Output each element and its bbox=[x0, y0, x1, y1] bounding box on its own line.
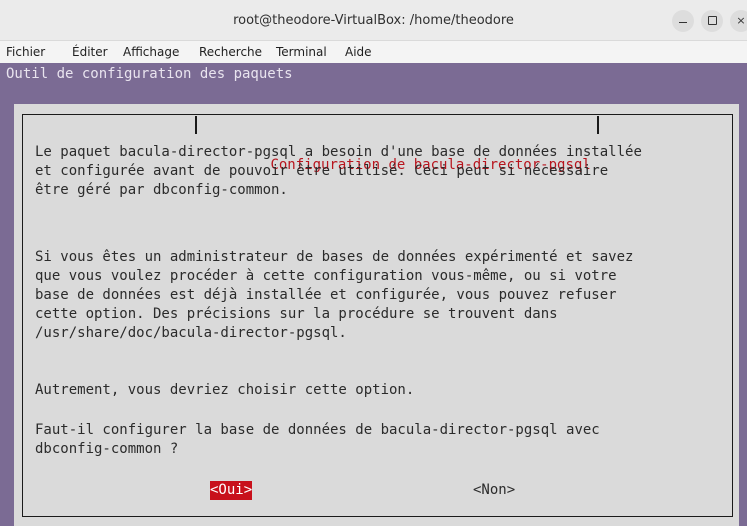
menu-affichage[interactable]: Affichage bbox=[123, 41, 179, 63]
dialog-title-wrap: Configuration de bacula-director-pgsql bbox=[195, 115, 599, 173]
minimize-button[interactable] bbox=[672, 10, 694, 32]
dialog-paragraph-2: Si vous êtes un administrateur de bases … bbox=[35, 249, 634, 341]
dialog-paragraph-3: Autrement, vous devriez choisir cette op… bbox=[35, 382, 415, 398]
dialog-question: Faut-il configurer la base de données de… bbox=[35, 422, 600, 457]
menu-fichier[interactable]: Fichier bbox=[6, 41, 45, 63]
close-icon: × bbox=[736, 14, 746, 27]
menu-recherche[interactable]: Recherche bbox=[199, 41, 262, 63]
dialog-box: Configuration de bacula-director-pgsql L… bbox=[14, 104, 739, 526]
menu-aide[interactable]: Aide bbox=[345, 41, 372, 63]
menu-bar: Fichier Éditer Affichage Recherche Termi… bbox=[0, 41, 747, 63]
title-bar-right bbox=[596, 116, 599, 134]
backtitle: Outil de configuration des paquets bbox=[6, 66, 293, 82]
no-button[interactable]: <Non> bbox=[473, 481, 515, 500]
window-title: root@theodore-VirtualBox: /home/theodore bbox=[233, 13, 514, 28]
close-button[interactable]: × bbox=[730, 10, 747, 32]
dialog-paragraph-1: Le paquet bacula-director-pgsql a besoin… bbox=[35, 144, 642, 198]
yes-button[interactable]: <Oui> bbox=[210, 481, 253, 500]
maximize-icon bbox=[707, 15, 717, 25]
title-bar-left bbox=[195, 116, 197, 134]
maximize-button[interactable] bbox=[701, 10, 723, 32]
terminal-screen[interactable]: Outil de configuration des paquets Confi… bbox=[0, 63, 747, 526]
window-titlebar[interactable]: root@theodore-VirtualBox: /home/theodore… bbox=[0, 0, 747, 41]
menu-terminal[interactable]: Terminal bbox=[276, 41, 327, 63]
minimize-icon bbox=[679, 22, 687, 23]
menu-editer[interactable]: Éditer bbox=[72, 41, 108, 63]
